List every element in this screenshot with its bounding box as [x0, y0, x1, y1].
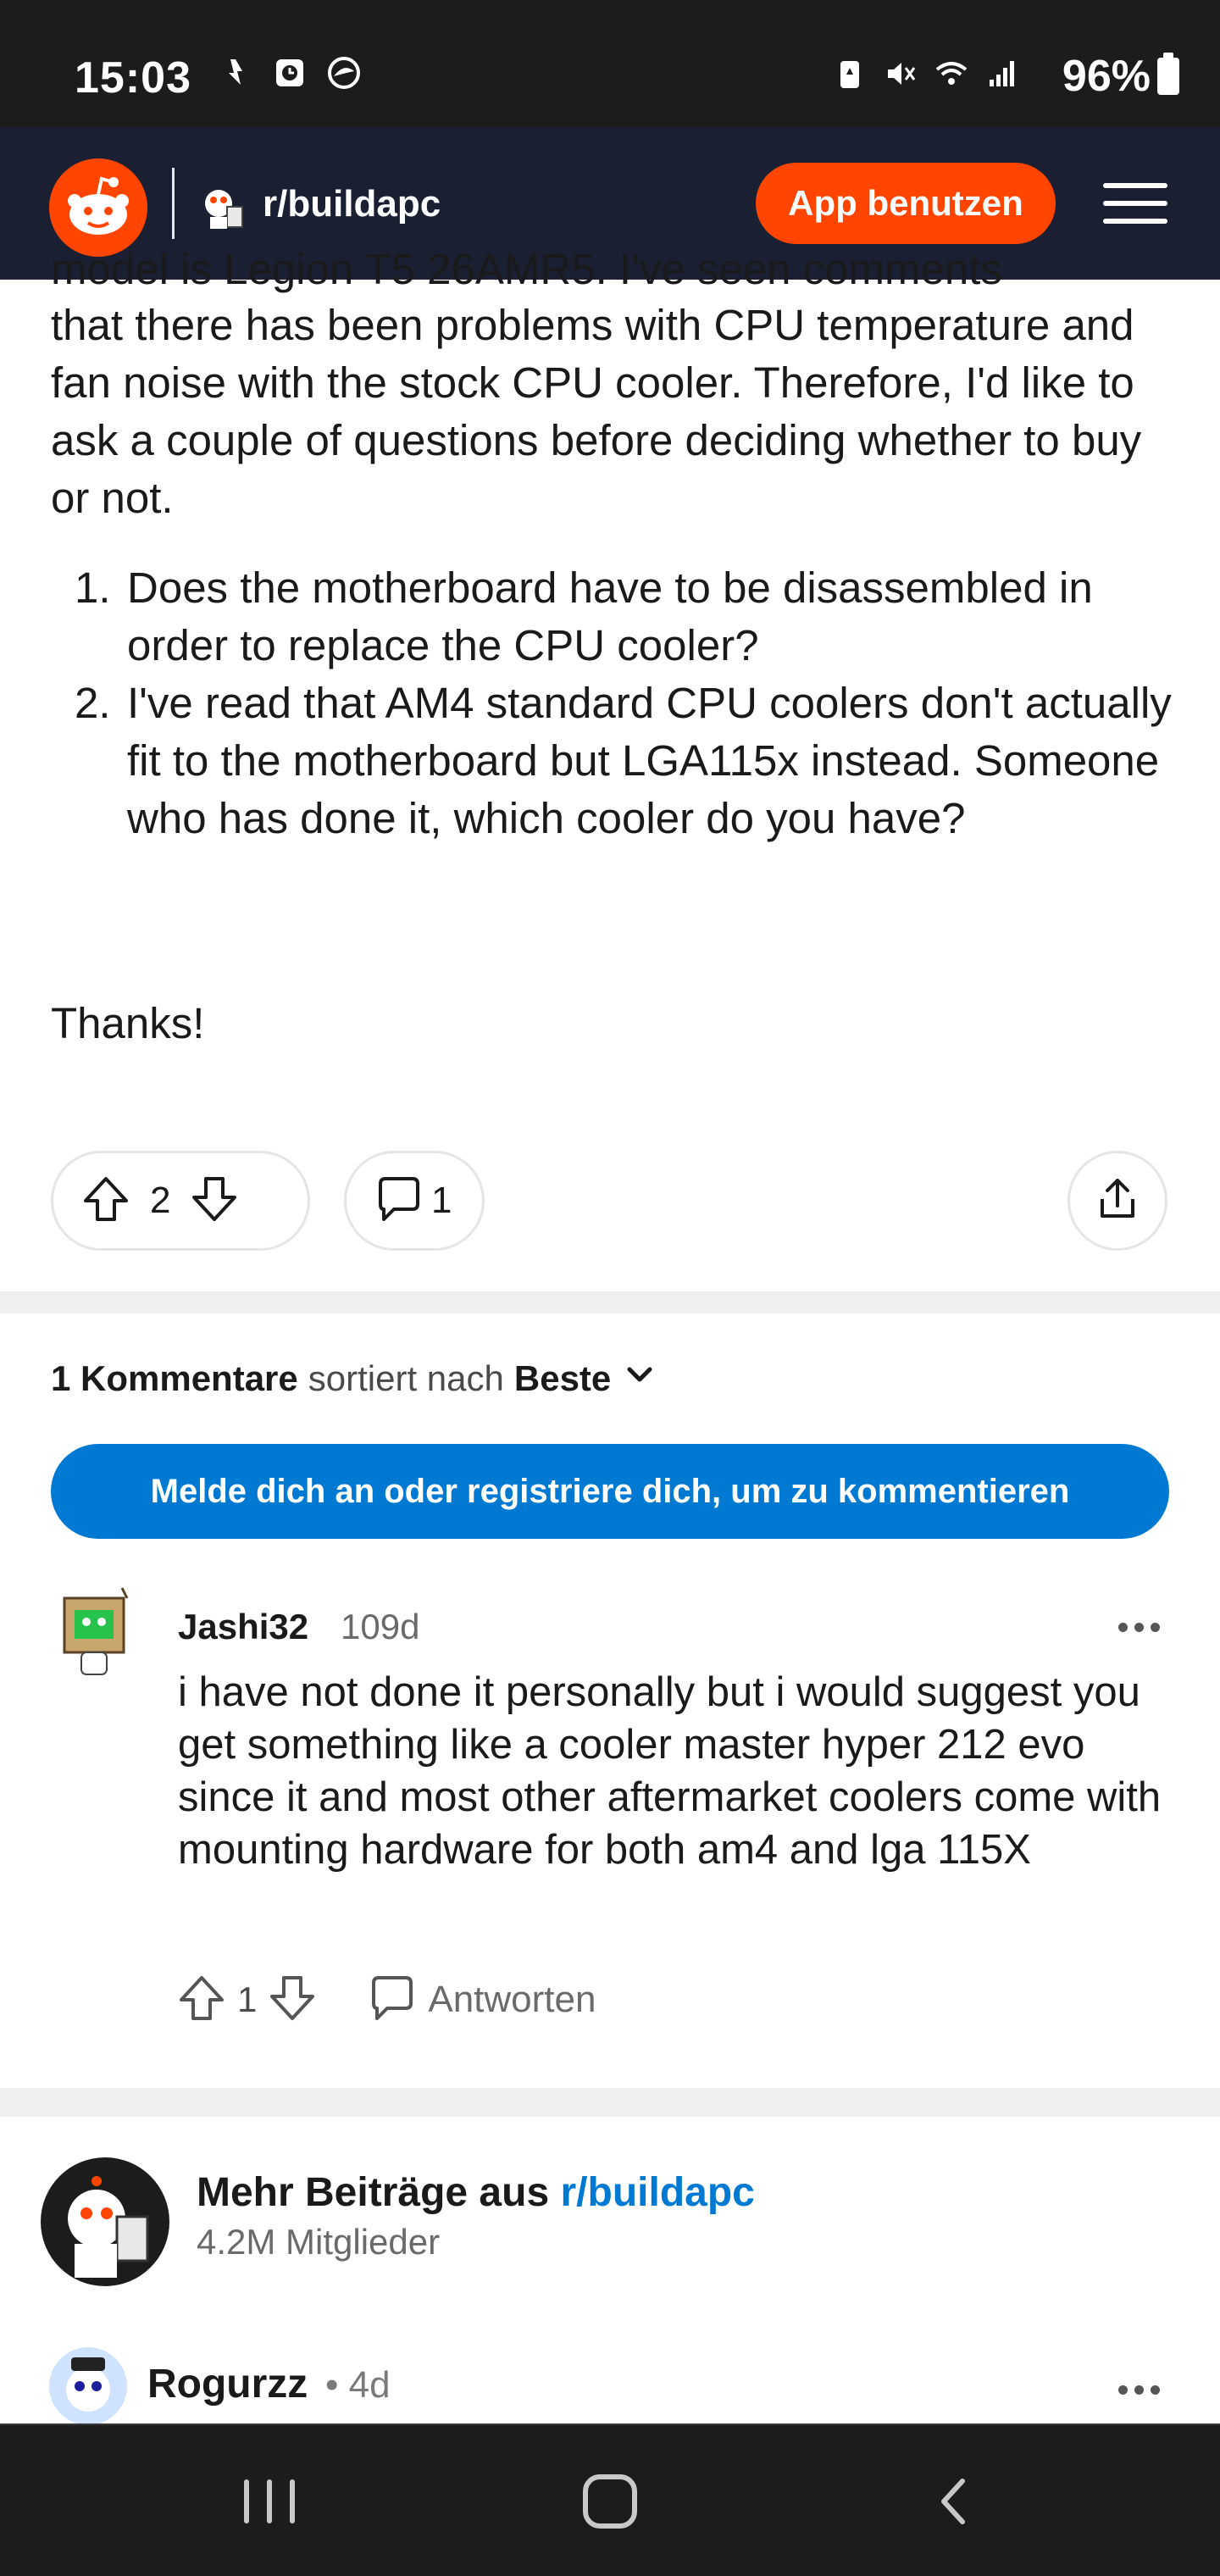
next-post-avatar[interactable]: [49, 2347, 127, 2425]
comment-actions: 1 Antworten: [175, 1969, 596, 2030]
question-item: 1. Does the motherboard have to be disas…: [75, 559, 1178, 675]
comment-text: i have not done it personally but i woul…: [178, 1669, 1162, 1873]
clock-app-icon: [271, 54, 308, 92]
sort-value: Beste: [513, 1358, 612, 1398]
battery-saver-icon: [832, 56, 868, 92]
question-item: 2. I've read that AM4 standard CPU coole…: [75, 675, 1178, 847]
comment-icon: [372, 1172, 426, 1230]
sort-prefix: sortiert nach: [308, 1358, 504, 1398]
more-posts-title: Mehr Beiträge aus r/buildapc: [197, 2169, 755, 2216]
next-post-age-value: 4d: [348, 2364, 391, 2406]
notification-icon: [217, 54, 254, 92]
header-divider: [172, 168, 175, 239]
next-post-more-options-icon[interactable]: [1118, 2373, 1169, 2407]
hamburger-menu-icon[interactable]: [1103, 180, 1167, 227]
battery-percent: 96%: [1062, 52, 1151, 101]
upvote-icon[interactable]: [79, 1172, 133, 1230]
post-paragraph: that there has been problems with CPU te…: [51, 301, 1142, 522]
subreddit-name[interactable]: r/buildapc: [263, 183, 441, 225]
comment-upvote-icon[interactable]: [175, 1971, 229, 2029]
comments-sort-bar[interactable]: 1 Kommentare sortiert nach Beste: [51, 1356, 658, 1402]
subreddit-large-avatar[interactable]: [41, 2157, 169, 2286]
reply-icon[interactable]: [365, 1971, 419, 2029]
share-button[interactable]: [1068, 1151, 1167, 1251]
login-to-comment-button[interactable]: Melde dich an oder registriere dich, um …: [51, 1444, 1169, 1539]
section-divider: [0, 1291, 1220, 1313]
post-thanks: Thanks!: [51, 999, 205, 1047]
dot-separator: •: [325, 2364, 339, 2406]
battery-indicator: 96%: [1062, 51, 1179, 102]
back-button-icon[interactable]: [929, 2474, 979, 2529]
comment-more-options-icon[interactable]: [1118, 1610, 1169, 1644]
status-time: 15:03: [75, 53, 191, 103]
question-number: 2.: [75, 679, 111, 727]
more-posts-subreddit-link[interactable]: r/buildapc: [560, 2170, 754, 2215]
android-nav-bar: [0, 2423, 1220, 2576]
question-text: I've read that AM4 standard CPU coolers …: [127, 679, 1172, 842]
signal-icon: [984, 56, 1020, 92]
comment-vote-count: 1: [237, 1979, 258, 2019]
comment-downvote-icon[interactable]: [265, 1971, 319, 2029]
post-comment-count: 1: [431, 1180, 452, 1221]
status-bar: 15:03 96%: [0, 0, 1220, 127]
comments-count: 1 Kommentare: [51, 1358, 298, 1398]
home-button-icon[interactable]: [583, 2474, 637, 2529]
use-app-button[interactable]: App benutzen: [756, 163, 1056, 244]
comment-age: 109d: [341, 1607, 420, 1646]
reply-button[interactable]: Antworten: [428, 1979, 596, 2021]
question-text: Does the motherboard have to be disassem…: [127, 564, 1093, 669]
status-left-icons: [217, 54, 363, 92]
mute-icon: [883, 56, 918, 92]
comment-username[interactable]: Jashi32: [178, 1607, 308, 1647]
question-number: 1.: [75, 564, 111, 612]
more-posts-prefix: Mehr Beiträge aus: [197, 2170, 550, 2215]
question-list: 1. Does the motherboard have to be disas…: [75, 559, 1178, 847]
post-comments-button[interactable]: 1: [344, 1151, 485, 1251]
subreddit-member-count: 4.2M Mitglieder: [197, 2222, 441, 2262]
battery-icon: [1157, 53, 1179, 95]
downvote-icon[interactable]: [187, 1172, 241, 1230]
share-icon: [1092, 1174, 1143, 1229]
recent-apps-icon[interactable]: [244, 2479, 295, 2523]
chevron-down-icon: [621, 1356, 658, 1402]
post-vote-controls: 2: [51, 1151, 310, 1251]
next-post-age: • 4d: [325, 2364, 391, 2407]
comment-avatar[interactable]: [56, 1581, 137, 1679]
post-vote-count: 2: [150, 1180, 171, 1221]
status-right-icons: [832, 56, 1020, 92]
post-text-partial-line: model is Legion T5 26AMR5. I've seen com…: [51, 245, 1002, 293]
wifi-icon: [934, 56, 969, 92]
subreddit-avatar-icon[interactable]: [198, 181, 249, 232]
section-divider: [0, 2088, 1220, 2117]
app-icon: [325, 54, 363, 92]
next-post-username[interactable]: Rogurzz: [147, 2361, 308, 2407]
